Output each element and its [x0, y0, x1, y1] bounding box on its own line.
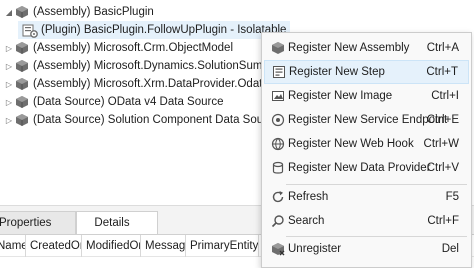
tree-node-label: (Data Source) OData v4 Data Source: [33, 96, 224, 108]
data-source-icon: [14, 112, 30, 128]
menu-item-label: Unregister: [288, 243, 342, 255]
menu-item-register-new-assembly[interactable]: Register New Assembly Ctrl+A: [264, 36, 469, 60]
menu-item-shortcut: Ctrl+W: [423, 138, 459, 150]
assembly-icon: [14, 4, 30, 20]
data-source-icon: [14, 94, 30, 110]
tab-properties[interactable]: Properties: [0, 211, 76, 234]
expand-arrow-icon[interactable]: ▷: [4, 75, 14, 93]
menu-item-label: Register New Service Endpoint: [288, 114, 448, 126]
tree-node-basicplugin-assembly[interactable]: ◢ (Assembly) BasicPlugin: [4, 3, 154, 21]
menu-item-refresh[interactable]: Refresh F5: [264, 185, 469, 209]
column-header-name[interactable]: Name: [0, 234, 26, 257]
column-header-modifiedon[interactable]: ModifiedOn: [82, 234, 141, 257]
tree-node-label: (Data Source) Solution Component Data So…: [33, 114, 280, 126]
menu-item-label: Register New Assembly: [288, 42, 410, 54]
expand-arrow-icon[interactable]: ▷: [4, 111, 14, 129]
menu-item-register-new-service-endpoint[interactable]: Register New Service Endpoint Ctrl+E: [264, 108, 469, 132]
tree-node-crm-objectmodel[interactable]: ▷ (Assembly) Microsoft.Crm.ObjectModel: [4, 39, 233, 57]
assembly-icon: [14, 40, 30, 56]
expand-arrow-icon[interactable]: ▷: [4, 93, 14, 111]
menu-item-register-new-step[interactable]: Register New Step Ctrl+T: [264, 60, 469, 84]
web-hook-icon: [270, 136, 286, 152]
menu-item-shortcut: F5: [445, 191, 459, 203]
collapse-arrow-icon[interactable]: ◢: [4, 3, 14, 21]
menu-item-register-new-data-provider[interactable]: Register New Data Provider Ctrl+V: [264, 156, 469, 180]
menu-item-label: Register New Data Provider: [288, 162, 431, 174]
context-menu: Register New Assembly Ctrl+A Register Ne…: [261, 32, 472, 268]
plugin-icon: [22, 22, 38, 38]
menu-item-label: Refresh: [288, 191, 329, 203]
tab-label: Properties: [0, 217, 52, 229]
assembly-icon: [14, 76, 30, 92]
tab-label: Details: [94, 217, 130, 229]
tree-node-odata-source[interactable]: ▷ (Data Source) OData v4 Data Source: [4, 93, 223, 111]
tab-details[interactable]: Details: [76, 211, 158, 234]
search-icon: [270, 213, 286, 229]
tree-node-solution-component-source[interactable]: ▷ (Data Source) Solution Component Data …: [4, 111, 279, 129]
menu-item-register-new-web-hook[interactable]: Register New Web Hook Ctrl+W: [264, 132, 469, 156]
menu-item-register-new-image[interactable]: Register New Image Ctrl+I: [264, 84, 469, 108]
unregister-icon: [270, 241, 286, 257]
data-provider-icon: [270, 160, 286, 176]
expand-arrow-icon[interactable]: ▷: [4, 39, 14, 57]
menu-item-label: Search: [288, 215, 325, 227]
menu-item-label: Register New Web Hook: [288, 138, 414, 150]
register-image-icon: [270, 88, 286, 104]
column-header-createdon[interactable]: CreatedOn: [26, 234, 82, 257]
menu-item-shortcut: Ctrl+A: [426, 42, 459, 54]
menu-item-search[interactable]: Search Ctrl+F: [264, 209, 469, 233]
tree-node-label: (Assembly) BasicPlugin: [33, 6, 154, 18]
menu-item-shortcut: Ctrl+F: [427, 215, 459, 227]
tree-node-label: (Plugin) BasicPlugin.FollowUpPlugin - Is…: [41, 24, 287, 36]
menu-item-label: Register New Image: [288, 90, 393, 102]
service-endpoint-icon: [270, 112, 286, 128]
register-step-icon: [271, 64, 287, 80]
menu-item-shortcut: Del: [441, 243, 459, 255]
menu-item-label: Register New Step: [289, 66, 385, 78]
assembly-icon: [14, 58, 30, 74]
tree-node-followup-plugin[interactable]: (Plugin) BasicPlugin.FollowUpPlugin - Is…: [18, 21, 291, 39]
tree-node-label: (Assembly) Microsoft.Crm.ObjectModel: [33, 42, 234, 54]
menu-item-shortcut: Ctrl+E: [426, 114, 459, 126]
menu-item-shortcut: Ctrl+I: [431, 90, 459, 102]
column-header-message[interactable]: Message: [141, 234, 186, 257]
column-header-primaryentity[interactable]: PrimaryEntity: [186, 234, 259, 257]
refresh-icon: [270, 189, 286, 205]
register-assembly-icon: [270, 40, 286, 56]
menu-item-shortcut: Ctrl+V: [426, 162, 459, 174]
menu-item-shortcut: Ctrl+T: [426, 66, 458, 78]
expand-arrow-icon[interactable]: ▷: [4, 57, 14, 75]
menu-item-unregister[interactable]: Unregister Del: [264, 237, 469, 261]
